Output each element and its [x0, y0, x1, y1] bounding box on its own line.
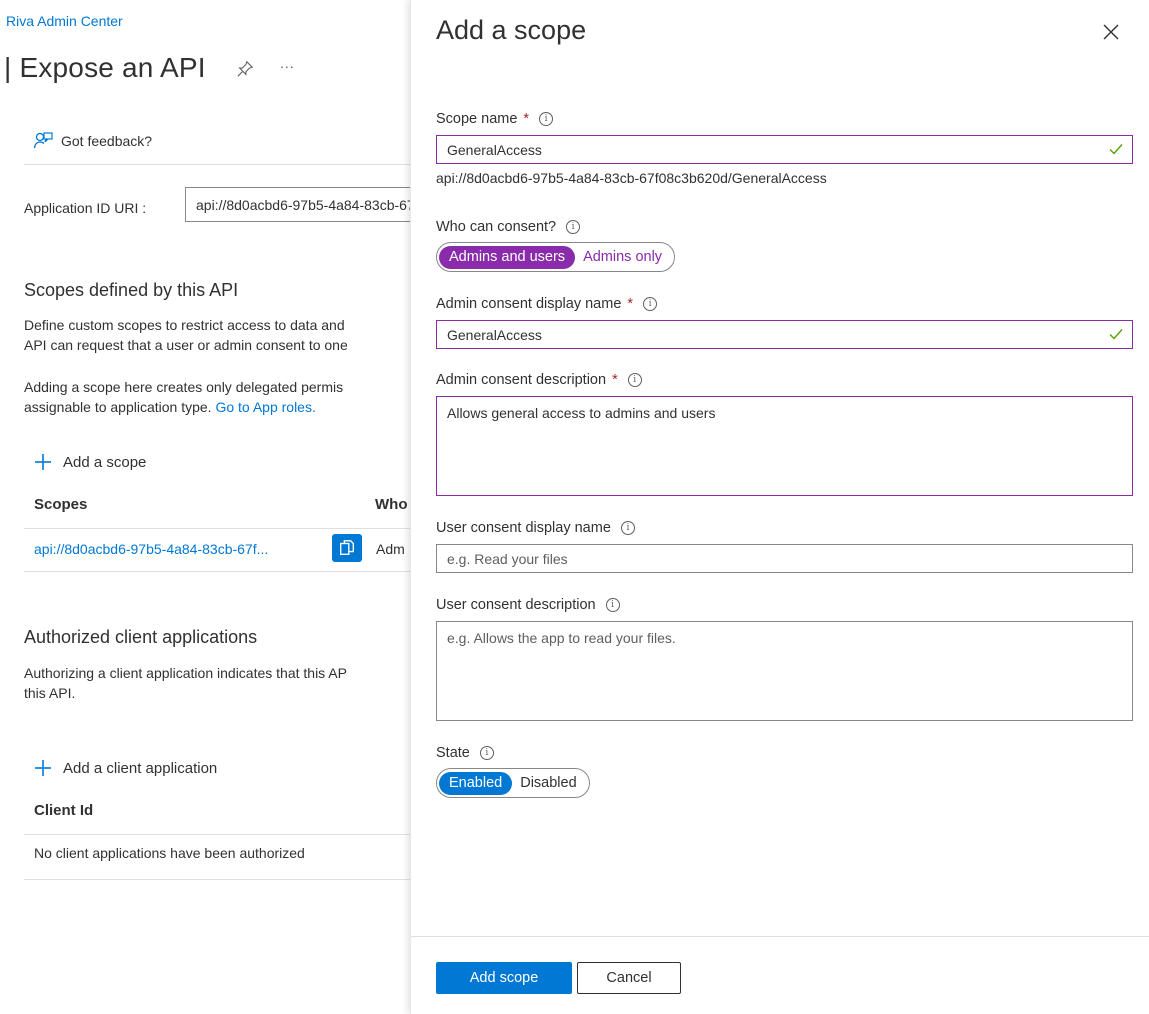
scope-name-input[interactable]: GeneralAccess: [436, 135, 1133, 164]
scope-row-link[interactable]: api://8d0acbd6-97b5-4a84-83cb-67f...: [34, 541, 268, 557]
divider: [24, 834, 410, 835]
admin-display-label: Admin consent display name * i: [436, 296, 658, 312]
state-toggle[interactable]: Enabled Disabled: [436, 768, 590, 798]
scopes-description: Define custom scopes to restrict access …: [24, 315, 410, 355]
scopes-delegated-note: Adding a scope here creates only delegat…: [24, 377, 410, 417]
scopes-desc-line: API can request that a user or admin con…: [24, 337, 348, 353]
add-scope-submit-button[interactable]: Add scope: [436, 962, 572, 994]
check-icon: [1109, 329, 1123, 340]
consent-option-admins-only[interactable]: Admins only: [583, 249, 672, 265]
footer-divider: [411, 936, 1149, 937]
clients-heading: Authorized client applications: [24, 627, 258, 647]
who-consent-label: Who can consent? i: [436, 219, 581, 235]
field-label-text: Scope name: [436, 111, 518, 127]
field-label-text: State: [436, 745, 470, 761]
user-desc-label: User consent description i: [436, 597, 620, 613]
app-id-uri-field[interactable]: api://8d0acbd6-97b5-4a84-83cb-67f08c3b62…: [185, 187, 410, 222]
admin-desc-label: Admin consent description * i: [436, 372, 642, 388]
more-actions-button[interactable]: ...: [280, 55, 295, 71]
page-title: | Expose an API: [4, 52, 206, 83]
clients-description: Authorizing a client application indicat…: [24, 663, 410, 703]
feedback-button[interactable]: Got feedback?: [33, 131, 152, 151]
add-scope-button[interactable]: Add a scope: [33, 452, 146, 472]
admin-desc-textarea[interactable]: Allows general access to admins and user…: [436, 396, 1133, 496]
divider: [24, 879, 410, 880]
admin-display-value: GeneralAccess: [447, 326, 542, 343]
add-client-label: Add a client application: [63, 759, 218, 777]
required-marker: *: [523, 111, 530, 127]
field-label-text: User consent description: [436, 597, 596, 613]
delegated-note-line: assignable to application type.: [24, 399, 216, 415]
required-marker: *: [627, 296, 634, 312]
state-option-disabled[interactable]: Disabled: [520, 775, 586, 791]
info-icon[interactable]: i: [605, 598, 620, 612]
field-label-text: Who can consent?: [436, 219, 557, 235]
add-client-button[interactable]: Add a client application: [33, 758, 217, 778]
scopes-heading: Scopes defined by this API: [24, 280, 239, 300]
info-icon[interactable]: i: [479, 746, 494, 760]
field-label-text: Admin consent display name: [436, 296, 622, 312]
check-icon: [1109, 144, 1123, 155]
state-option-enabled[interactable]: Enabled: [439, 771, 513, 795]
clients-desc-line: this API.: [24, 685, 76, 701]
app-roles-link[interactable]: Go to App roles.: [215, 399, 315, 415]
required-marker: *: [612, 372, 618, 388]
info-icon[interactable]: i: [620, 521, 635, 535]
info-icon[interactable]: i: [643, 297, 658, 311]
copy-icon: [340, 540, 354, 555]
col-header-scopes[interactable]: Scopes: [34, 496, 87, 513]
expose-api-blade: Riva Admin Center | Expose an API ... Go…: [0, 0, 410, 1014]
panel-title: Add a scope: [436, 15, 587, 45]
consent-option-admins-users[interactable]: Admins and users: [439, 245, 576, 269]
info-icon[interactable]: i: [539, 112, 554, 126]
user-desc-placeholder: e.g. Allows the app to read your files.: [447, 630, 676, 646]
divider: [24, 571, 410, 572]
plus-icon: [35, 760, 51, 776]
scope-name-value: GeneralAccess: [447, 141, 542, 158]
state-label: State i: [436, 745, 494, 761]
divider: [24, 528, 410, 529]
user-display-label: User consent display name i: [436, 520, 635, 536]
close-icon[interactable]: [1101, 22, 1121, 42]
clients-empty-text: No client applications have been authori…: [34, 845, 305, 861]
field-label-text: Admin consent description: [436, 372, 607, 388]
scope-name-label: Scope name * i: [436, 111, 554, 127]
user-desc-textarea[interactable]: e.g. Allows the app to read your files.: [436, 621, 1133, 721]
pin-icon[interactable]: [236, 60, 254, 78]
delegated-note-line: Adding a scope here creates only delegat…: [24, 379, 344, 395]
cancel-button[interactable]: Cancel: [577, 962, 681, 994]
field-label-text: User consent display name: [436, 520, 611, 536]
info-icon[interactable]: i: [566, 220, 581, 234]
col-header-who[interactable]: Who: [375, 496, 407, 513]
user-display-placeholder: e.g. Read your files: [447, 550, 568, 567]
user-display-input[interactable]: e.g. Read your files: [436, 544, 1133, 573]
info-icon[interactable]: i: [627, 373, 642, 387]
feedback-icon: [33, 132, 53, 149]
divider: [24, 164, 410, 165]
add-scope-label: Add a scope: [63, 453, 147, 471]
admin-display-input[interactable]: GeneralAccess: [436, 320, 1133, 349]
scope-uri-preview: api://8d0acbd6-97b5-4a84-83cb-67f08c3b62…: [436, 170, 827, 186]
col-header-client-id[interactable]: Client Id: [34, 802, 93, 819]
breadcrumb[interactable]: Riva Admin Center: [6, 13, 123, 29]
app-id-uri-label: Application ID URI :: [24, 200, 147, 216]
scope-row-who: Adm: [376, 541, 405, 557]
clients-desc-line: Authorizing a client application indicat…: [24, 665, 347, 681]
admin-desc-value: Allows general access to admins and user…: [447, 405, 716, 421]
scopes-desc-line: Define custom scopes to restrict access …: [24, 317, 345, 333]
plus-icon: [35, 454, 51, 470]
feedback-label: Got feedback?: [61, 133, 153, 149]
copy-button[interactable]: [332, 534, 362, 562]
add-scope-panel: Add a scope Scope name * i GeneralAccess a…: [410, 0, 1149, 1014]
consent-toggle[interactable]: Admins and users Admins only: [436, 242, 676, 272]
